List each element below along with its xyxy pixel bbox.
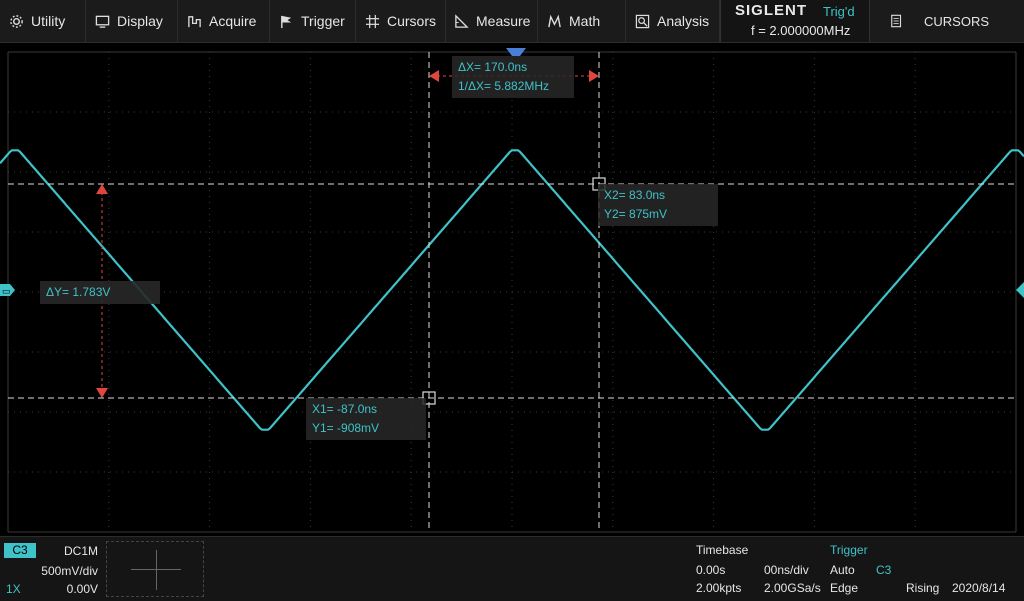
c3-ground-marker-glyph: ▭ [2,286,11,296]
y2-value: Y2= 875mV [604,207,668,221]
cursors-panel-label: CURSORS [924,13,990,29]
frequency-readout: f = 2.000000MHz [751,23,851,38]
timebase-scale: 00ns/div [764,563,809,577]
menu-acquire[interactable]: Acquire [178,0,270,42]
delta-y-value: ΔY= 1.783V [46,285,111,299]
timebase-delay: 0.00s [696,563,726,577]
menu-trigger-label: Trigger [301,13,345,29]
waveform-display[interactable]: ▭ ΔX= 170.0ns 1/ΔX= 5.882MHz ΔY= 1.783V … [0,44,1024,534]
menu-cursors[interactable]: Cursors [356,0,446,42]
menu-math[interactable]: Math [538,0,626,42]
x1-value: X1= -87.0ns [312,402,378,416]
add-channel-slot[interactable] [106,541,204,597]
menu-analysis-label: Analysis [657,13,710,29]
add-icon-vertical [156,550,157,590]
menu-math-label: Math [569,13,601,29]
flag-icon [278,13,294,29]
menu-display-label: Display [117,13,163,29]
acquire-icon [186,13,202,29]
channel-probe: 1X [6,582,21,596]
channel-badge: C3 [4,543,36,558]
menu-acquire-label: Acquire [209,13,257,29]
math-icon [546,13,562,29]
menu-measure-label: Measure [476,13,531,29]
trigger-status: Trig'd [823,4,855,19]
status-panel: SIGLENT Trig'd f = 2.000000MHz [720,0,870,42]
menu-utility[interactable]: Utility [0,0,86,42]
list-icon [890,13,906,29]
timebase-panel[interactable]: Timebase 0.00s 00ns/div 2.00kpts 2.00GSa… [694,541,824,599]
ruler-icon [454,13,469,29]
trigger-mode: Auto [830,563,855,577]
menu-cursors-label: Cursors [387,13,437,29]
gear-icon [8,13,24,29]
delta-x-arrowhead-left [429,70,439,82]
cursor-1-readout: X1= -87.0ns Y1= -908mV [306,398,426,440]
trigger-level-marker [1016,282,1024,298]
menu-analysis[interactable]: Analysis [626,0,720,42]
delta-x-arrowhead-right [589,70,599,82]
menu-trigger[interactable]: Trigger [270,0,356,42]
analysis-icon [634,13,650,29]
trigger-title: Trigger [830,543,868,557]
system-date: 2020/8/14 [952,581,1006,595]
x2-value: X2= 83.0ns [604,188,666,202]
y1-value: Y1= -908mV [312,421,380,435]
memory-depth: 2.00kpts [696,581,742,595]
channel-c3-panel[interactable]: C3 DC1M 500mV/div 1X 0.00V [2,542,102,598]
bottom-status-bar: C3 DC1M 500mV/div 1X 0.00V Timebase 0.00… [0,536,1024,601]
trigger-type: Edge [830,581,859,595]
menu-display[interactable]: Display [86,0,178,42]
timebase-title: Timebase [696,543,749,557]
channel-coupling: DC1M [63,544,98,558]
delta-x-readout: ΔX= 170.0ns 1/ΔX= 5.882MHz [452,56,574,98]
trigger-position-marker [506,48,526,56]
menu-measure[interactable]: Measure [446,0,538,42]
delta-y-readout: ΔY= 1.783V [40,281,160,304]
channel-scale: 500mV/div [41,564,98,578]
trigger-panel[interactable]: Trigger Auto C3 Edge Rising 2020/8/14 [826,541,1024,599]
channel-offset: 0.00V [66,582,98,596]
cursors-panel-tab[interactable]: CURSORS [870,0,1024,42]
inv-delta-x-value: 1/ΔX= 5.882MHz [458,79,550,93]
delta-y-arrowhead-top [96,184,108,194]
trigger-slope: Rising [906,581,940,595]
cursor-2-readout: X2= 83.0ns Y2= 875mV [598,184,718,226]
menu-utility-label: Utility [31,13,66,29]
trigger-source: C3 [876,563,892,577]
monitor-icon [94,13,110,29]
crosshair-icon [364,13,380,29]
sample-rate: 2.00GSa/s [764,581,821,595]
delta-x-value: ΔX= 170.0ns [458,60,528,74]
delta-y-arrowhead-bottom [96,388,108,398]
brand-logo: SIGLENT [735,2,808,19]
